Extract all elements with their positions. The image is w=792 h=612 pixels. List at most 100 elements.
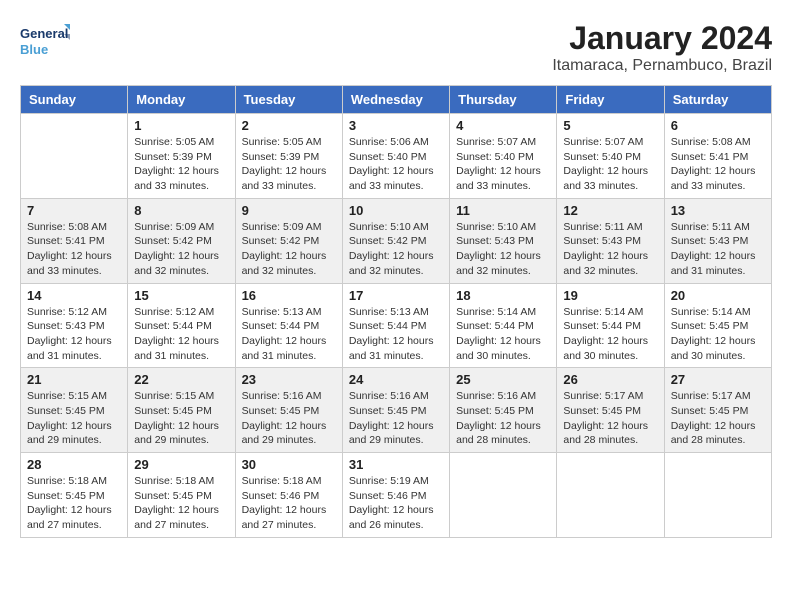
day-info: Sunrise: 5:19 AMSunset: 5:46 PMDaylight:… bbox=[349, 474, 443, 533]
calendar-cell: 17Sunrise: 5:13 AMSunset: 5:44 PMDayligh… bbox=[342, 283, 449, 368]
calendar-cell: 18 Sunrise: 5:14 AMSunset: 5:44 PMDayligh… bbox=[450, 283, 557, 368]
day-info: Sunrise: 5:12 AMSunset: 5:44 PMDaylight:… bbox=[134, 305, 228, 364]
day-header-saturday: Saturday bbox=[664, 86, 771, 114]
day-header-monday: Monday bbox=[128, 86, 235, 114]
calendar-cell: 1Sunrise: 5:05 AMSunset: 5:39 PMDaylight… bbox=[128, 114, 235, 199]
day-info: Sunrise: 5:08 AMSunset: 5:41 PMDaylight:… bbox=[671, 135, 765, 194]
day-number: 14 bbox=[27, 288, 121, 303]
calendar-cell: 27 Sunrise: 5:17 AMSunset: 5:45 PMDayligh… bbox=[664, 368, 771, 453]
day-header-friday: Friday bbox=[557, 86, 664, 114]
day-info: Sunrise: 5:13 AMSunset: 5:44 PMDaylight:… bbox=[349, 305, 443, 364]
day-info: Sunrise: 5:09 AMSunset: 5:42 PMDaylight:… bbox=[242, 220, 336, 279]
week-row-4: 21 Sunrise: 5:15 AMSunset: 5:45 PMDayligh… bbox=[21, 368, 772, 453]
calendar-cell: 23 Sunrise: 5:16 AMSunset: 5:45 PMDayligh… bbox=[235, 368, 342, 453]
day-info: Sunrise: 5:10 AMSunset: 5:42 PMDaylight:… bbox=[349, 220, 443, 279]
day-number: 3 bbox=[349, 118, 443, 133]
day-number: 10 bbox=[349, 203, 443, 218]
day-info: Sunrise: 5:14 AMSunset: 5:45 PMDaylight:… bbox=[671, 305, 765, 364]
calendar-cell: 2Sunrise: 5:05 AMSunset: 5:39 PMDaylight… bbox=[235, 114, 342, 199]
day-info: Sunrise: 5:06 AMSunset: 5:40 PMDaylight:… bbox=[349, 135, 443, 194]
day-info: Sunrise: 5:08 AMSunset: 5:41 PMDaylight:… bbox=[27, 220, 121, 279]
calendar-cell bbox=[664, 453, 771, 538]
svg-text:General: General bbox=[20, 26, 68, 41]
week-row-1: 1Sunrise: 5:05 AMSunset: 5:39 PMDaylight… bbox=[21, 114, 772, 199]
day-number: 29 bbox=[134, 457, 228, 472]
day-info: Sunrise: 5:07 AMSunset: 5:40 PMDaylight:… bbox=[563, 135, 657, 194]
day-info: Sunrise: 5:18 AMSunset: 5:45 PMDaylight:… bbox=[27, 474, 121, 533]
day-number: 26 bbox=[563, 372, 657, 387]
week-row-3: 14 Sunrise: 5:12 AMSunset: 5:43 PMDayligh… bbox=[21, 283, 772, 368]
calendar-cell: 12 Sunrise: 5:11 AMSunset: 5:43 PMDayligh… bbox=[557, 198, 664, 283]
day-number: 11 bbox=[456, 203, 550, 218]
day-info: Sunrise: 5:16 AMSunset: 5:45 PMDaylight:… bbox=[349, 389, 443, 448]
day-info: Sunrise: 5:16 AMSunset: 5:45 PMDaylight:… bbox=[242, 389, 336, 448]
calendar-cell: 30 Sunrise: 5:18 AMSunset: 5:46 PMDayligh… bbox=[235, 453, 342, 538]
day-info: Sunrise: 5:12 AMSunset: 5:43 PMDaylight:… bbox=[27, 305, 121, 364]
calendar-cell: 9Sunrise: 5:09 AMSunset: 5:42 PMDaylight… bbox=[235, 198, 342, 283]
calendar-cell: 11 Sunrise: 5:10 AMSunset: 5:43 PMDayligh… bbox=[450, 198, 557, 283]
logo-svg: General Blue bbox=[20, 20, 70, 64]
day-number: 27 bbox=[671, 372, 765, 387]
day-number: 24 bbox=[349, 372, 443, 387]
day-info: Sunrise: 5:18 AMSunset: 5:46 PMDaylight:… bbox=[242, 474, 336, 533]
day-info: Sunrise: 5:16 AMSunset: 5:45 PMDaylight:… bbox=[456, 389, 550, 448]
day-header-tuesday: Tuesday bbox=[235, 86, 342, 114]
day-number: 4 bbox=[456, 118, 550, 133]
calendar-cell: 29Sunrise: 5:18 AMSunset: 5:45 PMDayligh… bbox=[128, 453, 235, 538]
calendar-cell: 6 Sunrise: 5:08 AMSunset: 5:41 PMDaylight… bbox=[664, 114, 771, 199]
calendar-cell: 22 Sunrise: 5:15 AMSunset: 5:45 PMDayligh… bbox=[128, 368, 235, 453]
calendar-cell: 19 Sunrise: 5:14 AMSunset: 5:44 PMDayligh… bbox=[557, 283, 664, 368]
day-number: 7 bbox=[27, 203, 121, 218]
calendar-cell: 20Sunrise: 5:14 AMSunset: 5:45 PMDayligh… bbox=[664, 283, 771, 368]
day-number: 21 bbox=[27, 372, 121, 387]
day-info: Sunrise: 5:10 AMSunset: 5:43 PMDaylight:… bbox=[456, 220, 550, 279]
week-row-2: 7 Sunrise: 5:08 AMSunset: 5:41 PMDaylight… bbox=[21, 198, 772, 283]
day-number: 6 bbox=[671, 118, 765, 133]
calendar-cell: 13 Sunrise: 5:11 AMSunset: 5:43 PMDayligh… bbox=[664, 198, 771, 283]
calendar-cell: 3 Sunrise: 5:06 AMSunset: 5:40 PMDaylight… bbox=[342, 114, 449, 199]
day-info: Sunrise: 5:11 AMSunset: 5:43 PMDaylight:… bbox=[563, 220, 657, 279]
day-info: Sunrise: 5:07 AMSunset: 5:40 PMDaylight:… bbox=[456, 135, 550, 194]
calendar-header-row: SundayMondayTuesdayWednesdayThursdayFrid… bbox=[21, 86, 772, 114]
calendar-table: SundayMondayTuesdayWednesdayThursdayFrid… bbox=[20, 85, 772, 538]
day-info: Sunrise: 5:15 AMSunset: 5:45 PMDaylight:… bbox=[134, 389, 228, 448]
day-number: 22 bbox=[134, 372, 228, 387]
logo: General Blue bbox=[20, 20, 70, 64]
calendar-cell: 14 Sunrise: 5:12 AMSunset: 5:43 PMDayligh… bbox=[21, 283, 128, 368]
week-row-5: 28 Sunrise: 5:18 AMSunset: 5:45 PMDayligh… bbox=[21, 453, 772, 538]
calendar-cell: 8Sunrise: 5:09 AMSunset: 5:42 PMDaylight… bbox=[128, 198, 235, 283]
calendar-body: 1Sunrise: 5:05 AMSunset: 5:39 PMDaylight… bbox=[21, 114, 772, 538]
day-header-wednesday: Wednesday bbox=[342, 86, 449, 114]
calendar-cell: 5Sunrise: 5:07 AMSunset: 5:40 PMDaylight… bbox=[557, 114, 664, 199]
calendar-cell bbox=[557, 453, 664, 538]
day-info: Sunrise: 5:05 AMSunset: 5:39 PMDaylight:… bbox=[242, 135, 336, 194]
day-info: Sunrise: 5:09 AMSunset: 5:42 PMDaylight:… bbox=[134, 220, 228, 279]
day-info: Sunrise: 5:14 AMSunset: 5:44 PMDaylight:… bbox=[456, 305, 550, 364]
day-number: 23 bbox=[242, 372, 336, 387]
day-info: Sunrise: 5:17 AMSunset: 5:45 PMDaylight:… bbox=[563, 389, 657, 448]
day-info: Sunrise: 5:17 AMSunset: 5:45 PMDaylight:… bbox=[671, 389, 765, 448]
calendar-cell: 25 Sunrise: 5:16 AMSunset: 5:45 PMDayligh… bbox=[450, 368, 557, 453]
day-info: Sunrise: 5:14 AMSunset: 5:44 PMDaylight:… bbox=[563, 305, 657, 364]
day-info: Sunrise: 5:15 AMSunset: 5:45 PMDaylight:… bbox=[27, 389, 121, 448]
calendar-cell: 24 Sunrise: 5:16 AMSunset: 5:45 PMDayligh… bbox=[342, 368, 449, 453]
day-number: 15 bbox=[134, 288, 228, 303]
day-number: 25 bbox=[456, 372, 550, 387]
day-info: Sunrise: 5:11 AMSunset: 5:43 PMDaylight:… bbox=[671, 220, 765, 279]
day-number: 18 bbox=[456, 288, 550, 303]
day-number: 12 bbox=[563, 203, 657, 218]
calendar-cell: 16Sunrise: 5:13 AMSunset: 5:44 PMDayligh… bbox=[235, 283, 342, 368]
calendar-cell: 26 Sunrise: 5:17 AMSunset: 5:45 PMDayligh… bbox=[557, 368, 664, 453]
day-number: 13 bbox=[671, 203, 765, 218]
day-header-thursday: Thursday bbox=[450, 86, 557, 114]
calendar-cell: 10 Sunrise: 5:10 AMSunset: 5:42 PMDayligh… bbox=[342, 198, 449, 283]
calendar-cell: 15 Sunrise: 5:12 AMSunset: 5:44 PMDayligh… bbox=[128, 283, 235, 368]
day-number: 30 bbox=[242, 457, 336, 472]
day-number: 28 bbox=[27, 457, 121, 472]
svg-text:Blue: Blue bbox=[20, 42, 48, 57]
calendar-cell: 31 Sunrise: 5:19 AMSunset: 5:46 PMDayligh… bbox=[342, 453, 449, 538]
day-number: 31 bbox=[349, 457, 443, 472]
page-title: January 2024 bbox=[552, 20, 772, 57]
page-subtitle: Itamaraca, Pernambuco, Brazil bbox=[552, 57, 772, 75]
day-number: 19 bbox=[563, 288, 657, 303]
